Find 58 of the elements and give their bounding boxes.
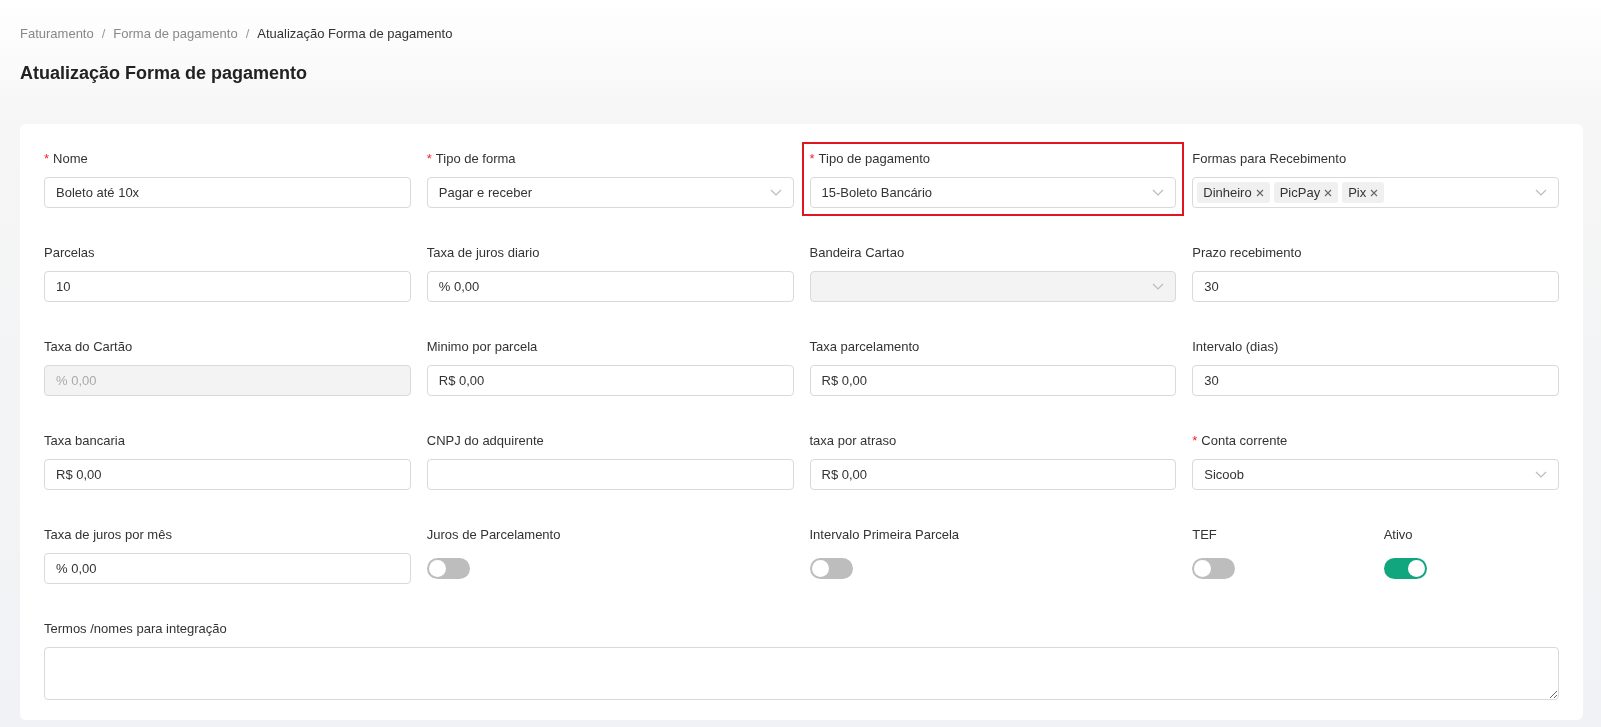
field-label: Formas para Recebimento — [1192, 150, 1348, 168]
field-label: Taxa do Cartão — [44, 338, 134, 356]
input-field[interactable]: R$ 0,00 — [44, 459, 411, 490]
input-field[interactable]: R$ 0,00 — [809, 459, 1177, 490]
field-label: TEF — [1192, 526, 1218, 544]
chevron-down-icon — [1152, 282, 1165, 291]
input-field[interactable]: 30 — [1192, 365, 1559, 396]
input-field[interactable]: 10 — [44, 271, 411, 302]
breadcrumb-link[interactable]: Forma de pagamento — [113, 26, 238, 41]
multi-select-field[interactable]: Dinheiro PicPay Pix — [1192, 177, 1559, 208]
field-label: Parcelas — [44, 244, 96, 262]
textarea-field[interactable] — [44, 647, 1559, 700]
close-icon[interactable] — [1255, 188, 1264, 197]
input-field[interactable]: % 0,00 — [426, 271, 794, 302]
toggle-switch[interactable] — [809, 558, 853, 579]
chevron-down-icon — [1535, 188, 1547, 197]
select-field[interactable]: Pagar e receber — [426, 177, 794, 208]
input-field[interactable] — [426, 459, 794, 490]
field-label: * Tipo de pagamento — [809, 150, 932, 168]
select-field[interactable]: Sicoob — [1192, 459, 1559, 490]
field-label: Taxa parcelamento — [809, 338, 921, 356]
breadcrumb-separator: / — [101, 26, 106, 41]
close-icon[interactable] — [1370, 188, 1379, 197]
field-label: * Nome — [44, 150, 89, 168]
breadcrumb-link[interactable]: Faturamento — [20, 26, 94, 41]
close-icon[interactable] — [1324, 188, 1333, 197]
field-label: Intervalo Primeira Parcela — [809, 526, 961, 544]
tag-label: Pix — [1348, 185, 1367, 200]
page-title: Atualização Forma de pagamento — [20, 63, 309, 84]
field-label: Taxa bancaria — [44, 432, 126, 450]
field-label: Minimo por parcela — [426, 338, 539, 356]
toggle-switch[interactable] — [1192, 558, 1236, 579]
chevron-down-icon — [1535, 470, 1547, 479]
input-field[interactable]: % 0,00 — [44, 553, 411, 584]
field-label: Bandeira Cartao — [809, 244, 906, 262]
field-label: Juros de Parcelamento — [426, 526, 562, 544]
field-label: CNPJ do adquirente — [426, 432, 545, 450]
tag-label: PicPay — [1279, 185, 1321, 200]
field-label: Prazo recebimento — [1192, 244, 1303, 262]
field-label: * Tipo de forma — [426, 150, 517, 168]
tag-label: Dinheiro — [1203, 185, 1252, 200]
field-label: taxa por atraso — [809, 432, 898, 450]
select-field[interactable]: 15-Boleto Bancário — [809, 177, 1177, 208]
toggle-switch[interactable] — [426, 558, 470, 579]
field-label: Ativo — [1383, 526, 1414, 544]
field-label: Taxa de juros diario — [426, 244, 541, 262]
chevron-down-icon — [769, 188, 782, 197]
input-field[interactable]: R$ 0,00 — [809, 365, 1177, 396]
field-label: * Conta corrente — [1192, 432, 1289, 450]
chevron-down-icon — [1152, 188, 1165, 197]
input-field[interactable]: R$ 0,00 — [426, 365, 794, 396]
input-field[interactable]: 30 — [1192, 271, 1559, 302]
input-field[interactable]: Boleto até 10x — [44, 177, 411, 208]
field-label: Intervalo (dias) — [1192, 338, 1280, 356]
field-label: Termos /nomes para integração — [44, 620, 228, 638]
breadcrumb-separator: / — [245, 26, 250, 41]
field-label: Taxa de juros por mês — [44, 526, 173, 544]
toggle-switch[interactable] — [1383, 558, 1427, 579]
